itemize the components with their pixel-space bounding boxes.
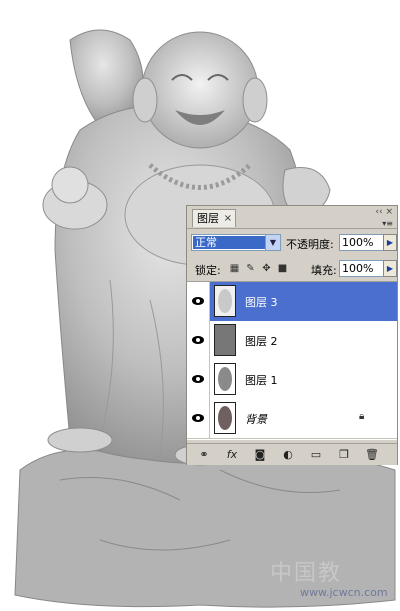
new-layer-icon[interactable]: ❐ <box>337 448 351 461</box>
lock-icon: 🔒︎ <box>359 411 365 422</box>
link-layers-icon[interactable]: ⚭ <box>197 448 211 461</box>
visibility-toggle[interactable] <box>187 321 210 360</box>
watermark-logo: 中国教 <box>270 561 343 586</box>
panel-titlebar: 图层 × ‹‹ × ▾≡ <box>187 206 397 229</box>
panel-window-controls[interactable]: ‹‹ × <box>375 208 393 217</box>
layer-name: 背景 <box>245 413 267 426</box>
lock-label: 锁定: <box>195 264 221 277</box>
fx-icon[interactable]: fx <box>225 448 239 461</box>
new-group-icon[interactable]: ▭ <box>309 448 323 461</box>
panel-menu-icon[interactable]: ▾≡ <box>382 219 393 228</box>
visibility-toggle[interactable] <box>187 360 210 399</box>
layer-thumbnail <box>214 285 236 317</box>
fill-slider-arrow-icon[interactable]: ▶ <box>383 260 397 277</box>
chevron-down-icon[interactable]: ▼ <box>265 235 280 250</box>
opacity-slider-arrow-icon[interactable]: ▶ <box>383 234 397 251</box>
opacity-label: 不透明度: <box>286 238 334 251</box>
layer-row-3[interactable]: 图层 3 <box>187 282 397 322</box>
layer-thumbnail <box>214 324 236 356</box>
blend-row: 正常 ▼ 不透明度: 100% ▶ <box>187 231 397 255</box>
layer-thumbnail <box>214 402 236 434</box>
tab-close-icon[interactable]: × <box>224 210 232 228</box>
mask-icon[interactable]: ◙ <box>253 448 267 461</box>
lock-move-icon[interactable]: ✥ <box>261 263 272 274</box>
eye-icon <box>192 297 204 305</box>
layer-row-background[interactable]: 背景 🔒︎ <box>187 399 397 439</box>
blend-mode-select[interactable]: 正常 ▼ <box>191 234 281 251</box>
visibility-toggle[interactable] <box>187 399 210 438</box>
tab-label: 图层 <box>197 212 219 225</box>
opacity-input[interactable]: 100% <box>339 234 385 251</box>
fill-input[interactable]: 100% <box>339 260 385 277</box>
layer-row-1[interactable]: 图层 1 <box>187 360 397 400</box>
visibility-toggle[interactable] <box>187 282 210 321</box>
eye-icon <box>192 414 204 422</box>
lock-row: 锁定: ▦ ✎ ✥ ■ 填充: 100% ▶ <box>187 257 397 282</box>
layers-list: 图层 3 图层 2 图层 1 背景 🔒︎ <box>187 282 397 440</box>
layer-name: 图层 2 <box>245 335 278 348</box>
layers-panel: 图层 × ‹‹ × ▾≡ 正常 ▼ 不透明度: 100% ▶ 锁定: ▦ ✎ ✥… <box>186 205 398 465</box>
eye-icon <box>192 375 204 383</box>
layer-name: 图层 3 <box>245 296 278 309</box>
adjustment-layer-icon[interactable]: ◐ <box>281 448 295 461</box>
lock-brush-icon[interactable]: ✎ <box>245 263 256 274</box>
layer-thumbnail <box>214 363 236 395</box>
watermark-url: www.jcwcn.com <box>300 586 388 599</box>
lock-transparency-icon[interactable]: ▦ <box>229 263 240 274</box>
layer-name: 图层 1 <box>245 374 278 387</box>
tab-layers[interactable]: 图层 × <box>192 209 236 227</box>
fill-label: 填充: <box>311 264 337 277</box>
panel-bottom-toolbar: ⚭ fx ◙ ◐ ▭ ❐ 🗑︎ <box>187 443 397 465</box>
lock-all-icon[interactable]: ■ <box>277 263 288 274</box>
trash-icon[interactable]: 🗑︎ <box>365 448 379 461</box>
eye-icon <box>192 336 204 344</box>
blend-mode-value: 正常 <box>193 236 267 249</box>
layer-row-2[interactable]: 图层 2 <box>187 321 397 361</box>
